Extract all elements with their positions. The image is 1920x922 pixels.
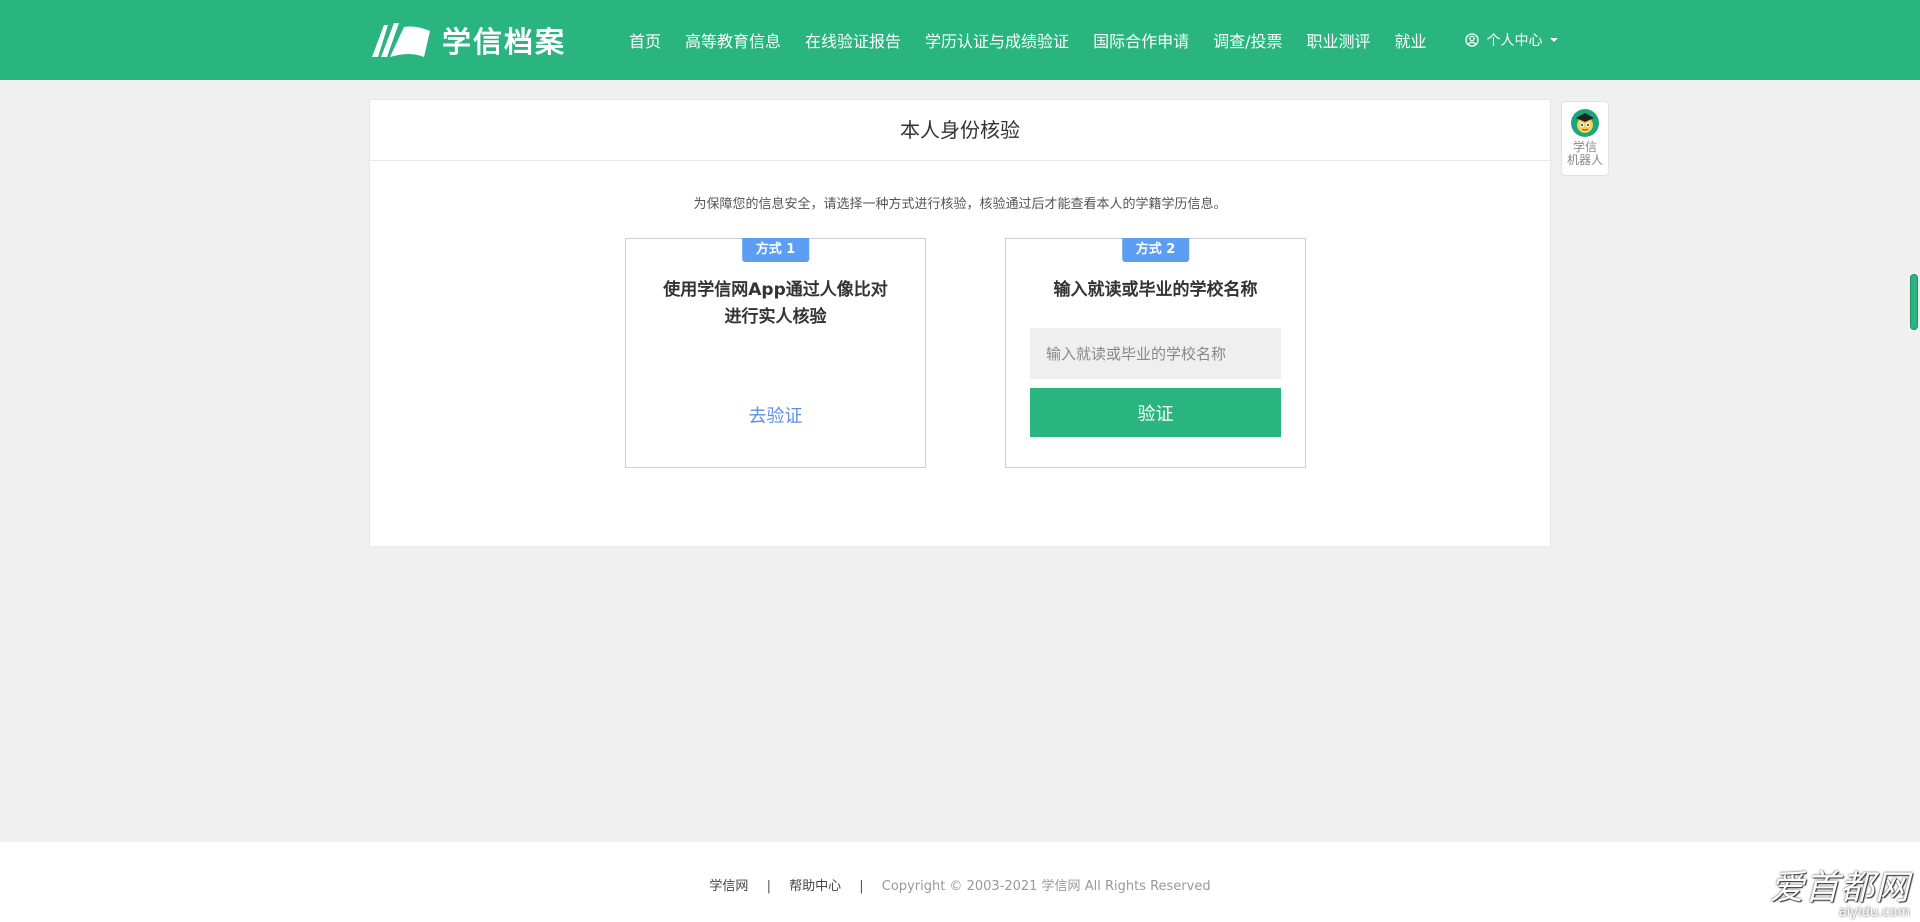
- footer-link-chsi[interactable]: 学信网: [709, 879, 748, 894]
- method-1-panel: 方式 1 使用学信网App通过人像比对 进行实人核验 去验证: [625, 238, 926, 468]
- footer-separator: |: [766, 879, 771, 894]
- copyright-text: Copyright © 2003-2021 学信网 All Rights Res…: [881, 879, 1211, 894]
- robot-label-line2: 机器人: [1566, 153, 1603, 167]
- nav-item-career-test[interactable]: 职业测评: [1306, 28, 1370, 52]
- footer-separator: |: [859, 879, 864, 894]
- user-center-menu[interactable]: 个人中心: [1464, 30, 1558, 50]
- scrollbar-thumb[interactable]: [1910, 274, 1918, 330]
- footer-link-help[interactable]: 帮助中心: [789, 879, 841, 894]
- method-2-badge: 方式 2: [1121, 238, 1190, 262]
- logo-text: 学信档案: [442, 25, 567, 59]
- watermark-brand: 爱首都网: [1770, 868, 1910, 908]
- top-header: 学信档案 首页 高等教育信息 在线验证报告 学历认证与成绩验证 国际合作申请 调…: [0, 0, 1920, 80]
- book-pages-icon: [372, 23, 430, 57]
- main-nav: 首页 高等教育信息 在线验证报告 学历认证与成绩验证 国际合作申请 调查/投票 …: [629, 0, 1558, 80]
- identity-verify-card: 本人身份核验 为保障您的信息安全，请选择一种方式进行核验，核验通过后才能查看本人…: [369, 99, 1551, 547]
- footer-links: 学信网 | 帮助中心 | Copyright © 2003-2021 学信网 A…: [0, 875, 1920, 894]
- nav-item-online-report[interactable]: 在线验证报告: [805, 28, 901, 52]
- verify-button[interactable]: 验证: [1030, 388, 1281, 437]
- page-footer: 学信网 | 帮助中心 | Copyright © 2003-2021 学信网 A…: [0, 842, 1920, 922]
- method-1-heading-line1: 使用学信网App通过人像比对: [663, 280, 888, 300]
- nav-item-international[interactable]: 国际合作申请: [1093, 28, 1189, 52]
- nav-item-employment[interactable]: 就业: [1395, 28, 1427, 52]
- site-logo[interactable]: 学信档案: [370, 20, 566, 60]
- chevron-down-icon: [1549, 38, 1558, 42]
- robot-assistant-widget[interactable]: 学信 机器人: [1561, 101, 1609, 176]
- method-2-panel: 方式 2 输入就读或毕业的学校名称 验证: [1005, 238, 1306, 468]
- go-verify-link[interactable]: 去验证: [626, 402, 925, 428]
- school-name-input[interactable]: [1030, 328, 1281, 379]
- watermark: 爱首都网 aiyidu.com: [1740, 860, 1910, 920]
- nav-item-higher-education[interactable]: 高等教育信息: [685, 28, 781, 52]
- user-circle-icon: [1464, 33, 1479, 47]
- nav-item-home[interactable]: 首页: [629, 28, 661, 52]
- verify-description: 为保障您的信息安全，请选择一种方式进行核验，核验通过后才能查看本人的学籍学历信息…: [693, 197, 1227, 212]
- nav-item-survey[interactable]: 调查/投票: [1213, 28, 1282, 52]
- nav-item-certification[interactable]: 学历认证与成绩验证: [925, 28, 1069, 52]
- method-1-heading: 使用学信网App通过人像比对 进行实人核验: [626, 277, 925, 331]
- method-2-heading: 输入就读或毕业的学校名称: [1053, 280, 1258, 300]
- user-center-label: 个人中心: [1486, 33, 1543, 49]
- page-title: 本人身份核验: [370, 100, 1550, 161]
- method-1-badge: 方式 1: [741, 238, 810, 262]
- method-1-heading-line2: 进行实人核验: [724, 307, 827, 327]
- robot-avatar-icon: [1571, 109, 1599, 137]
